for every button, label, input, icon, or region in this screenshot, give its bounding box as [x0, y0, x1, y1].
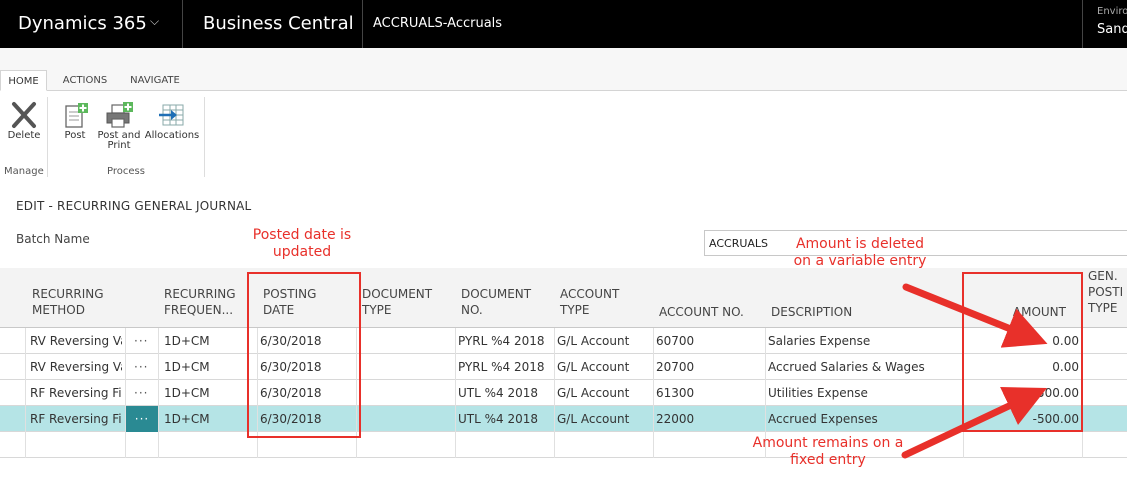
- annotation-arrows: [901, 283, 1048, 459]
- app-window: Dynamics 365 ⌵ Business Central ACCRUALS…: [0, 0, 1127, 480]
- arrow-to-deleted-amount-icon: [902, 283, 1048, 348]
- arrow-to-remaining-amount-icon: [901, 386, 1047, 459]
